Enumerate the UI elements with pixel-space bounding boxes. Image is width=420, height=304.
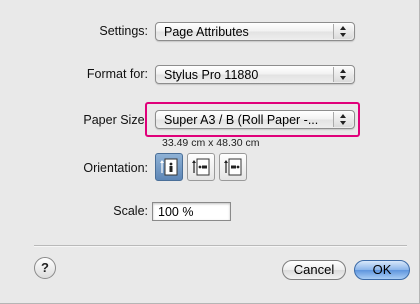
popup-arrows-icon <box>333 67 353 82</box>
paper-size-label: Paper Size: <box>83 113 148 127</box>
ok-button[interactable]: OK <box>354 260 410 280</box>
format-for-value: Stylus Pro 11880 <box>164 68 259 82</box>
format-for-label: Format for: <box>86 67 148 81</box>
settings-label: Settings: <box>99 24 148 38</box>
landscape-right-orientation-icon <box>224 158 242 176</box>
cancel-button[interactable]: Cancel <box>282 260 346 280</box>
paper-size-value: Super A3 / B (Roll Paper -... <box>164 113 319 127</box>
popup-arrows-icon <box>333 112 353 127</box>
popup-arrows-icon <box>333 24 353 39</box>
help-button[interactable]: ? <box>34 257 56 279</box>
orientation-landscape-right-button[interactable] <box>219 153 247 181</box>
orientation-portrait-button[interactable] <box>155 153 183 181</box>
page-setup-dialog: Settings: Page Attributes Format for: St… <box>0 0 420 304</box>
separator <box>34 245 407 247</box>
scale-input[interactable] <box>152 202 231 221</box>
landscape-left-orientation-icon <box>192 158 210 176</box>
paper-size-popup[interactable]: Super A3 / B (Roll Paper -... <box>155 110 355 129</box>
settings-value: Page Attributes <box>164 25 249 39</box>
portrait-orientation-icon <box>160 158 178 176</box>
scale-label: Scale: <box>113 204 148 218</box>
paper-dimensions: 33.49 cm x 48.30 cm <box>162 137 260 149</box>
orientation-landscape-left-button[interactable] <box>187 153 215 181</box>
orientation-label: Orientation: <box>83 161 148 175</box>
settings-popup[interactable]: Page Attributes <box>155 22 355 41</box>
format-for-popup[interactable]: Stylus Pro 11880 <box>155 65 355 84</box>
